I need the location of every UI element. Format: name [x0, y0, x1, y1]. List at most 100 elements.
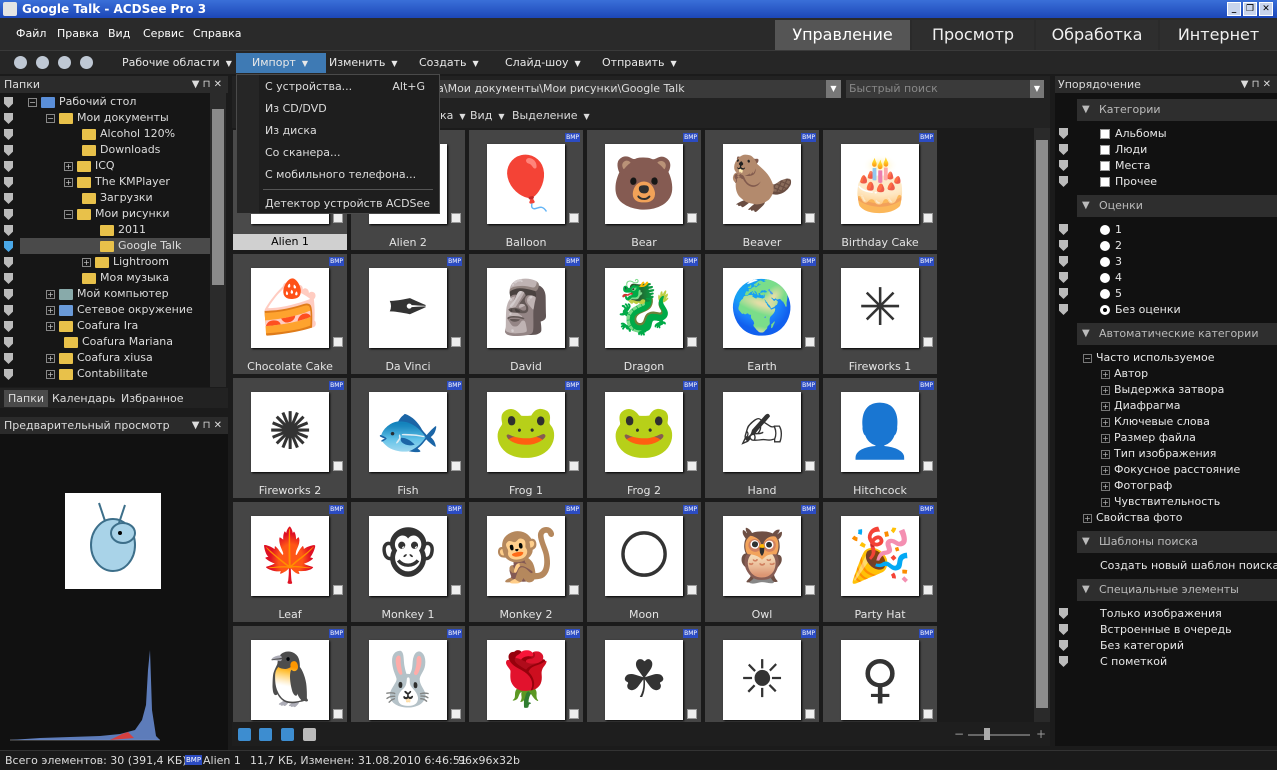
up-icon[interactable]	[80, 56, 93, 69]
tree-item[interactable]: Coafura Mariana	[64, 334, 173, 350]
auto-category-item[interactable]: + Автор	[1101, 367, 1148, 380]
thumbnail-checkbox[interactable]	[805, 461, 815, 471]
tree-item[interactable]: Downloads	[82, 142, 160, 158]
tree-item[interactable]: + Lightroom	[82, 254, 169, 270]
thumbnail-item[interactable]: 🐰 BMP	[351, 626, 465, 722]
auto-category-item[interactable]: + Тип изображения	[1101, 447, 1216, 460]
thumbnail-item[interactable]: 🦉 BMP Owl	[705, 502, 819, 622]
pin-icon[interactable]	[4, 113, 13, 124]
thumbnail-checkbox[interactable]	[923, 461, 933, 471]
import-from-cd[interactable]: Из CD/DVD	[265, 102, 327, 115]
send-menu[interactable]: Отправить ▼	[602, 56, 677, 69]
thumbnail-item[interactable]: 🐻 BMP Bear	[587, 130, 701, 250]
thumbnail-checkbox[interactable]	[569, 585, 579, 595]
tree-item[interactable]: Моя музыка	[82, 270, 169, 286]
thumbnail-item[interactable]: 🗿 BMP David	[469, 254, 583, 374]
pin-icon[interactable]	[4, 353, 13, 364]
menu-file[interactable]: Файл	[16, 27, 46, 40]
back-icon[interactable]	[36, 56, 49, 69]
path-field[interactable]: чка\Мои документы\Мои рисунки\Google Tal…	[420, 80, 840, 98]
section-search-templates[interactable]: ▼ Шаблоны поиска	[1077, 531, 1277, 553]
pin-icon[interactable]	[4, 241, 13, 252]
thumbnail-checkbox[interactable]	[805, 585, 815, 595]
thumbnail-checkbox[interactable]	[569, 213, 579, 223]
tab-view[interactable]: Просмотр	[912, 20, 1034, 50]
thumbnail-checkbox[interactable]	[805, 709, 815, 719]
tree-item[interactable]: Загрузки	[82, 190, 153, 206]
thumbnail-checkbox[interactable]	[569, 709, 579, 719]
thumbnail-item[interactable]: ✍ BMP Hand	[705, 378, 819, 498]
section-ratings[interactable]: ▼ Оценки	[1077, 195, 1277, 217]
thumbnail-checkbox[interactable]	[923, 213, 933, 223]
menu-tools[interactable]: Сервис	[143, 27, 184, 40]
import-from-device[interactable]: С устройства...	[265, 80, 352, 93]
thumbnail-checkbox[interactable]	[333, 213, 343, 223]
rating-3[interactable]: 3	[1100, 255, 1122, 268]
auto-category-item[interactable]: + Чувствительность	[1101, 495, 1220, 508]
thumbnail-checkbox[interactable]	[687, 337, 697, 347]
pin-icon[interactable]	[4, 145, 13, 156]
auto-category-item[interactable]: + Фотограф	[1101, 479, 1172, 492]
thumbnail-item[interactable]: 🦫 BMP Beaver	[705, 130, 819, 250]
thumbnail-checkbox[interactable]	[451, 213, 461, 223]
tree-item[interactable]: − Рабочий стол	[28, 94, 136, 110]
category-other[interactable]: Прочее	[1100, 175, 1157, 188]
auto-category-item[interactable]: + Размер файла	[1101, 431, 1196, 444]
thumbnail-checkbox[interactable]	[923, 709, 933, 719]
import-from-scanner[interactable]: Со сканера...	[265, 146, 341, 159]
auto-group[interactable]: − Часто используемое	[1083, 351, 1215, 364]
rotate-icon[interactable]	[238, 728, 251, 741]
pin-icon[interactable]	[4, 225, 13, 236]
category-places[interactable]: Места	[1100, 159, 1150, 172]
special-embedded-queue[interactable]: Встроенные в очередь	[1100, 623, 1232, 636]
menu-help[interactable]: Справка	[193, 27, 241, 40]
tree-item[interactable]: + Мой компьютер	[46, 286, 169, 302]
pin-icon[interactable]	[4, 129, 13, 140]
thumbnail-item[interactable]: 🐸 BMP Frog 1	[469, 378, 583, 498]
create-search-template[interactable]: Создать новый шаблон поиска	[1100, 559, 1277, 572]
tree-item-selected[interactable]: Google Talk	[20, 238, 210, 254]
edit-menu[interactable]: Изменить ▼	[329, 56, 398, 69]
thumbnail-item[interactable]: 🐒 BMP Monkey 2	[469, 502, 583, 622]
thumbnail-checkbox[interactable]	[333, 337, 343, 347]
thumbnail-item[interactable]: 🐟 BMP Fish	[351, 378, 465, 498]
thumbnail-item[interactable]: 👤 BMP Hitchcock	[823, 378, 937, 498]
section-categories[interactable]: ▼ Категории	[1077, 99, 1277, 121]
slideshow-menu[interactable]: Слайд-шоу ▼	[505, 56, 581, 69]
rating-5[interactable]: 5	[1100, 287, 1122, 300]
panel-controls[interactable]: ▼ ⊓ ✕	[192, 76, 222, 93]
thumbnail-checkbox[interactable]	[451, 585, 461, 595]
thumbnail-item[interactable]: 🌍 BMP Earth	[705, 254, 819, 374]
thumbnail-checkbox[interactable]	[805, 337, 815, 347]
thumbnail-checkbox[interactable]	[687, 585, 697, 595]
tab-favorites[interactable]: Избранное	[117, 390, 187, 407]
thumbnail-item[interactable]: 🎂 BMP Birthday Cake	[823, 130, 937, 250]
thumbnail-item[interactable]: 🍰 BMP Chocolate Cake	[233, 254, 347, 374]
pin-icon[interactable]	[4, 369, 13, 380]
compare-icon[interactable]	[303, 728, 316, 741]
thumbnail-item[interactable]: 🎈 BMP Balloon	[469, 130, 583, 250]
thumbnail-checkbox[interactable]	[333, 461, 343, 471]
pin-icon[interactable]	[4, 177, 13, 188]
special-images-only[interactable]: Только изображения	[1100, 607, 1222, 620]
import-menu[interactable]: Импорт ▼	[236, 53, 326, 73]
rating-none[interactable]: Без оценки	[1100, 303, 1181, 316]
auto-category-item[interactable]: + Ключевые слова	[1101, 415, 1210, 428]
thumbnail-item[interactable]: ☘ BMP	[587, 626, 701, 722]
minimize-button[interactable]: _	[1227, 2, 1241, 16]
section-auto-categories[interactable]: ▼ Автоматические категории	[1077, 323, 1277, 345]
pin-icon[interactable]	[4, 193, 13, 204]
select-menu[interactable]: Выделение ▼	[512, 109, 590, 122]
thumbnail-item[interactable]: ✺ BMP Fireworks 2	[233, 378, 347, 498]
thumbnail-checkbox[interactable]	[687, 461, 697, 471]
pin-icon[interactable]	[4, 337, 13, 348]
tree-item[interactable]: 2011	[100, 222, 146, 238]
category-people[interactable]: Люди	[1100, 143, 1147, 156]
create-menu[interactable]: Создать ▼	[419, 56, 479, 69]
thumbnail-checkbox[interactable]	[687, 213, 697, 223]
tab-manage[interactable]: Управление	[775, 20, 910, 50]
rating-4[interactable]: 4	[1100, 271, 1122, 284]
maximize-button[interactable]: ❐	[1243, 2, 1257, 16]
search-dropdown-button[interactable]: ▼	[1030, 80, 1044, 98]
tree-item[interactable]: + Coafura Ira	[46, 318, 138, 334]
